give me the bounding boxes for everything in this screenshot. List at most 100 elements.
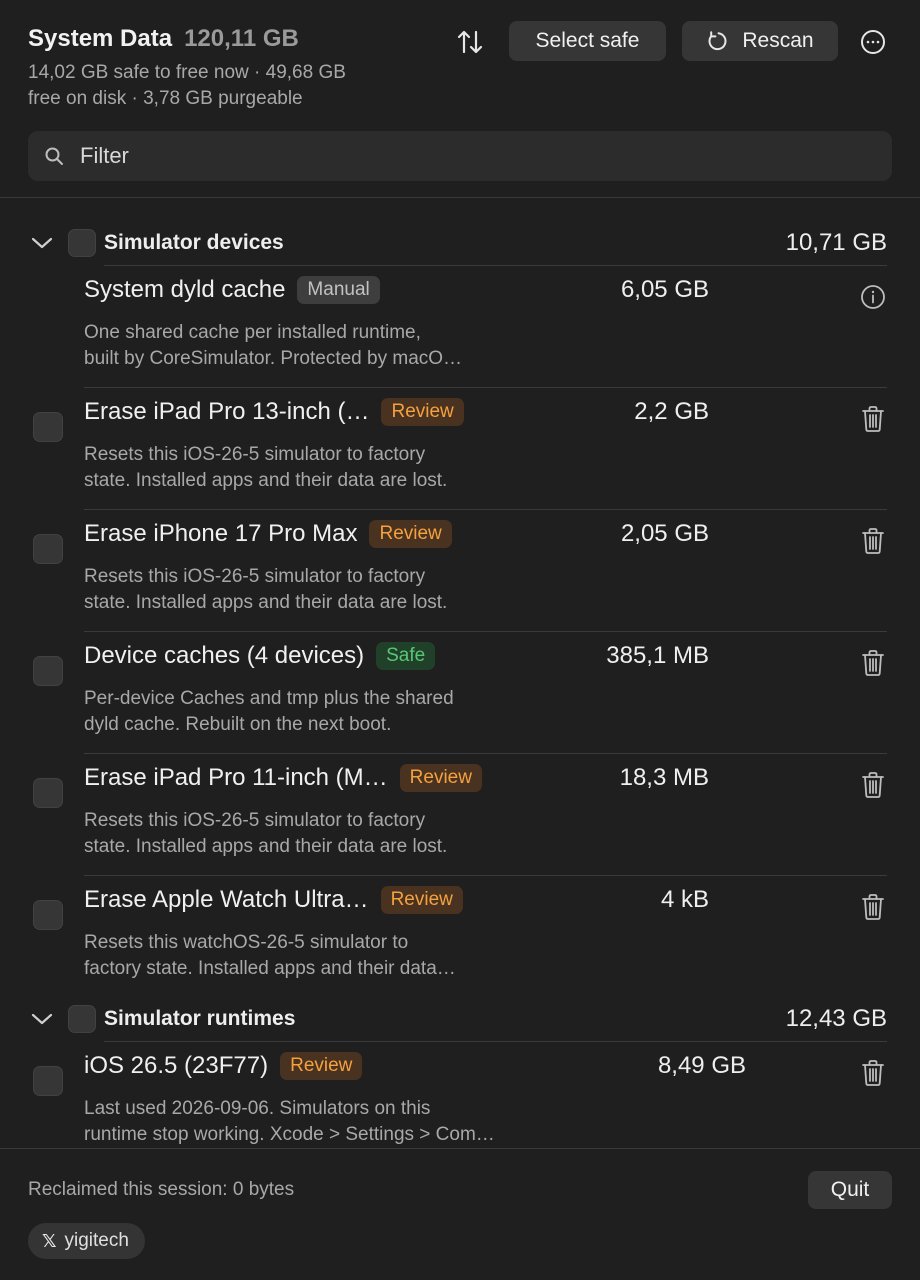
item-description-line-2: built by CoreSimulator. Protected by mac…: [84, 348, 463, 369]
review-badge: Review: [381, 398, 464, 426]
item-title-line: Erase iPad Pro 13-inch (… Review: [84, 398, 464, 426]
select-safe-label: Select safe: [535, 29, 640, 52]
review-badge: Review: [380, 886, 463, 914]
item-title-line: Erase Apple Watch Ultra… Review: [84, 886, 463, 914]
filter-field[interactable]: [28, 131, 892, 181]
disk-summary-line-2: free on disk · 3,78 GB purgeable: [28, 88, 303, 109]
list-item[interactable]: iOS 26.5 (23F77) Review Last used 2026-0…: [0, 1042, 920, 1148]
quit-label: Quit: [830, 1178, 870, 1201]
section-checkbox[interactable]: [68, 1005, 96, 1033]
item-checkbox[interactable]: [33, 412, 63, 442]
select-safe-button[interactable]: Select safe: [509, 21, 666, 61]
item-title: Device caches (4 devices): [84, 642, 365, 669]
item-description-line-1: Per-device Caches and tmp plus the share…: [84, 688, 454, 709]
item-title-line: Erase iPhone 17 Pro Max Review: [84, 520, 452, 548]
trash-icon: [862, 406, 884, 432]
disk-summary-line-1: 14,02 GB safe to free now · 49,68 GB: [28, 62, 346, 83]
item-description: Per-device Caches and tmp plus the share…: [84, 686, 524, 738]
item-description-line-2: state. Installed apps and their data are…: [84, 836, 448, 857]
item-description-line-1: Last used 2026-09-06. Simulators on this: [84, 1098, 431, 1119]
quit-button[interactable]: Quit: [808, 1171, 892, 1209]
item-title: iOS 26.5 (23F77): [84, 1052, 269, 1079]
section-title: Simulator devices: [104, 231, 284, 254]
item-size: 18,3 MB: [619, 764, 709, 791]
section-header-simulator-runtimes[interactable]: Simulator runtimes 12,43 GB: [0, 994, 920, 1042]
section-checkbox[interactable]: [68, 229, 96, 257]
item-checkbox[interactable]: [33, 900, 63, 930]
manual-badge: Manual: [297, 276, 380, 304]
item-size: 6,05 GB: [620, 276, 709, 303]
item-title-line: Erase iPad Pro 11-inch (M… Review: [84, 764, 482, 792]
rescan-label: Rescan: [742, 29, 814, 52]
item-title: Erase iPhone 17 Pro Max: [84, 520, 358, 547]
item-description: Resets this iOS-26-5 simulator to factor…: [84, 808, 524, 860]
item-size: 8,49 GB: [657, 1052, 746, 1079]
section-toggle[interactable]: [30, 1007, 54, 1031]
item-description-line-2: factory state. Installed apps and their …: [84, 958, 456, 979]
item-title-line: Device caches (4 devices) Safe: [84, 642, 436, 670]
section-toggle[interactable]: [30, 231, 54, 255]
info-button[interactable]: [858, 281, 888, 313]
title-row: System Data 120,11 GB: [28, 25, 299, 53]
x-handle: yigitech: [64, 1230, 129, 1251]
item-checkbox[interactable]: [33, 534, 63, 564]
list-item[interactable]: Erase iPad Pro 11-inch (M… Review Resets…: [0, 754, 920, 876]
list-item[interactable]: Erase iPad Pro 13-inch (… Review Resets …: [0, 388, 920, 510]
trash-icon: [862, 650, 884, 676]
more-options-button[interactable]: [858, 27, 888, 57]
item-description: Resets this iOS-26-5 simulator to factor…: [84, 564, 524, 616]
delete-button[interactable]: [858, 403, 888, 435]
item-description-line-2: state. Installed apps and their data are…: [84, 470, 448, 491]
section-header-simulator-devices[interactable]: Simulator devices 10,71 GB: [0, 218, 920, 266]
delete-button[interactable]: [858, 525, 888, 557]
item-title: Erase iPad Pro 11-inch (M…: [84, 764, 388, 791]
delete-button[interactable]: [858, 1057, 888, 1089]
list-item[interactable]: Device caches (4 devices) Safe Per-devic…: [0, 632, 920, 754]
review-badge: Review: [369, 520, 452, 548]
item-checkbox[interactable]: [33, 656, 63, 686]
x-logo-icon: 𝕏: [42, 1230, 57, 1251]
page-title: System Data: [28, 25, 173, 52]
list-item[interactable]: Erase iPhone 17 Pro Max Review Resets th…: [0, 510, 920, 632]
item-title-line: System dyld cache Manual: [84, 276, 380, 304]
item-size: 4 kB: [660, 886, 709, 913]
trash-icon: [862, 528, 884, 554]
item-description-line-1: Resets this iOS-26-5 simulator to factor…: [84, 810, 426, 831]
item-description: Resets this watchOS-26-5 simulator to fa…: [84, 930, 524, 982]
delete-button[interactable]: [858, 891, 888, 923]
cleanup-list[interactable]: Simulator devices 10,71 GB System dyld c…: [0, 198, 920, 1148]
review-badge: Review: [399, 764, 482, 792]
trash-icon: [862, 772, 884, 798]
item-description: Last used 2026-09-06. Simulators on this…: [84, 1096, 554, 1148]
section-size: 12,43 GB: [785, 1005, 887, 1032]
sort-arrows-icon: [457, 30, 483, 54]
reclaimed-status: Reclaimed this session: 0 bytes: [28, 1179, 295, 1200]
item-checkbox[interactable]: [33, 778, 63, 808]
ellipsis-circle-icon: [861, 30, 885, 54]
item-description-line-1: One shared cache per installed runtime,: [84, 322, 421, 343]
filter-input[interactable]: [80, 131, 870, 181]
list-item[interactable]: Erase Apple Watch Ultra… Review Resets t…: [0, 876, 920, 998]
list-item[interactable]: System dyld cache Manual One shared cach…: [0, 266, 920, 388]
delete-button[interactable]: [858, 647, 888, 679]
footer-divider: [0, 1148, 920, 1149]
item-title: Erase iPad Pro 13-inch (…: [84, 398, 370, 425]
rescan-button[interactable]: Rescan: [682, 21, 838, 61]
item-title-line: iOS 26.5 (23F77) Review: [84, 1052, 363, 1080]
search-icon: [45, 147, 63, 165]
item-title: Erase Apple Watch Ultra…: [84, 886, 369, 913]
item-description: One shared cache per installed runtime, …: [84, 320, 524, 372]
item-checkbox[interactable]: [33, 1066, 63, 1096]
x-profile-link[interactable]: 𝕏 yigitech: [28, 1223, 145, 1259]
disk-summary: 14,02 GB safe to free now · 49,68 GB fre…: [28, 60, 428, 112]
trash-icon: [862, 894, 884, 920]
info-icon: [861, 285, 885, 309]
safe-badge: Safe: [376, 642, 436, 670]
sort-button[interactable]: [452, 26, 488, 58]
item-description-line-2: runtime stop working. Xcode > Settings >…: [84, 1124, 495, 1145]
chevron-down-icon: [31, 1013, 53, 1025]
item-description-line-1: Resets this iOS-26-5 simulator to factor…: [84, 566, 426, 587]
delete-button[interactable]: [858, 769, 888, 801]
item-description-line-2: state. Installed apps and their data are…: [84, 592, 448, 613]
item-size: 385,1 MB: [606, 642, 709, 669]
